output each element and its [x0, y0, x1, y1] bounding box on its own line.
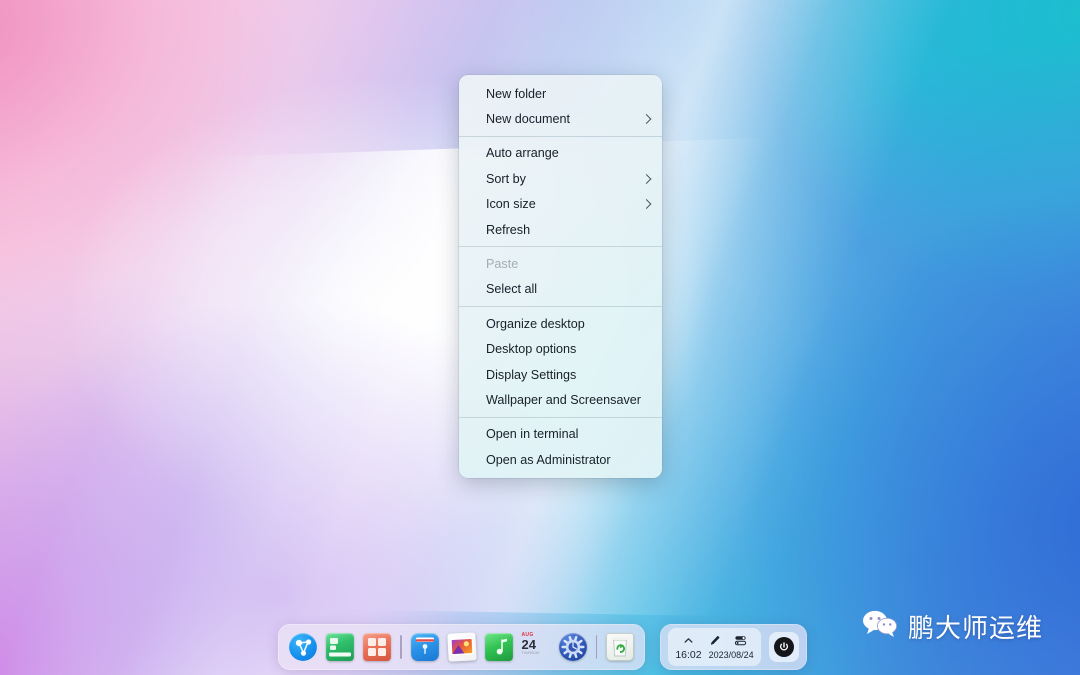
menu-item-label: Open as Administrator — [486, 452, 611, 467]
dock-item-photo-viewer[interactable] — [446, 632, 477, 662]
menu-item-label: Desktop options — [486, 342, 577, 357]
desktop[interactable]: New folder New document Auto arrange Sort b… — [0, 0, 1080, 675]
dock-item-settings[interactable] — [558, 633, 587, 661]
menu-item-label: Open in terminal — [486, 427, 579, 442]
dock-item-file-manager[interactable] — [326, 633, 354, 661]
photo-viewer-icon — [447, 632, 476, 661]
menu-item-label: New document — [486, 112, 570, 127]
power-button[interactable] — [769, 632, 799, 662]
tray-date: 2023/08/24 — [708, 649, 754, 660]
menu-separator — [459, 246, 662, 248]
menu-item-label: New folder — [486, 86, 547, 101]
menu-item-refresh[interactable]: Refresh — [459, 217, 662, 242]
menu-item-label: Display Settings — [486, 367, 577, 382]
system-tray[interactable]: 16:02 2023/08/24 — [660, 624, 807, 670]
dock-divider-1 — [400, 635, 402, 659]
menu-item-label: Paste — [486, 257, 519, 272]
trash-icon — [606, 633, 634, 661]
menu-item-select-all[interactable]: Select all — [459, 277, 662, 302]
menu-item-label: Organize desktop — [486, 316, 585, 331]
dock-divider-2 — [595, 635, 597, 659]
file-manager-icon — [326, 633, 354, 661]
calendar-weekday: THURSDAY — [521, 650, 540, 655]
app-store-icon — [411, 633, 439, 661]
menu-item-open-as-administrator[interactable]: Open as Administrator — [459, 447, 662, 472]
menu-item-organize-desktop[interactable]: Organize desktop — [459, 311, 662, 336]
menu-item-desktop-options[interactable]: Desktop options — [459, 337, 662, 362]
menu-item-icon-size[interactable]: Icon size — [459, 192, 662, 217]
menu-item-label: Auto arrange — [486, 146, 559, 161]
chevron-right-icon — [641, 173, 652, 184]
power-icon — [774, 637, 794, 657]
menu-item-label: Sort by — [486, 171, 526, 186]
dock-item-music-player[interactable] — [484, 633, 513, 661]
calendar-day: 24 — [521, 637, 536, 652]
dock-item-share[interactable] — [289, 633, 317, 661]
menu-item-label: Refresh — [486, 222, 531, 237]
app-grid-icon — [363, 633, 391, 661]
tray-toggles-icon[interactable] — [734, 634, 747, 647]
share-network-icon — [289, 633, 317, 661]
tray-info-panel[interactable]: 16:02 2023/08/24 — [668, 628, 761, 666]
menu-item-sort-by[interactable]: Sort by — [459, 166, 662, 191]
chevron-right-icon — [641, 114, 652, 125]
settings-gear-icon — [559, 633, 587, 661]
desktop-context-menu[interactable]: New folder New document Auto arrange Sort b… — [459, 75, 662, 479]
tray-pen-icon[interactable] — [708, 634, 721, 647]
tray-clock[interactable]: 16:02 2023/08/24 — [675, 649, 753, 661]
menu-item-new-folder[interactable]: New folder — [459, 81, 662, 106]
dock-item-trash[interactable] — [606, 633, 634, 661]
menu-item-paste: Paste — [459, 251, 662, 276]
music-player-icon — [485, 633, 513, 661]
menu-item-display-settings[interactable]: Display Settings — [459, 362, 662, 387]
menu-item-open-in-terminal[interactable]: Open in terminal — [459, 422, 662, 447]
menu-item-label: Icon size — [486, 197, 536, 212]
dock-item-app-launcher[interactable] — [363, 633, 391, 661]
tray-time: 16:02 — [675, 648, 702, 661]
menu-item-label: Wallpaper and Screensaver — [486, 392, 641, 407]
taskbar-dock[interactable]: AUG 24 THURSDAY — [278, 624, 645, 670]
dock-item-app-store[interactable] — [410, 633, 439, 661]
chevron-right-icon — [641, 199, 652, 210]
menu-item-auto-arrange[interactable]: Auto arrange — [459, 141, 662, 166]
menu-separator — [459, 135, 662, 137]
menu-separator — [459, 306, 662, 308]
tray-icon-row[interactable] — [682, 634, 747, 648]
menu-item-wallpaper-and-screensaver[interactable]: Wallpaper and Screensaver — [459, 387, 662, 412]
menu-separator — [459, 416, 662, 418]
menu-item-new-document[interactable]: New document — [459, 106, 662, 131]
tray-show-hidden-icons[interactable] — [682, 634, 695, 647]
dock-item-calendar[interactable]: AUG 24 THURSDAY — [522, 633, 550, 661]
menu-item-label: Select all — [486, 282, 538, 297]
